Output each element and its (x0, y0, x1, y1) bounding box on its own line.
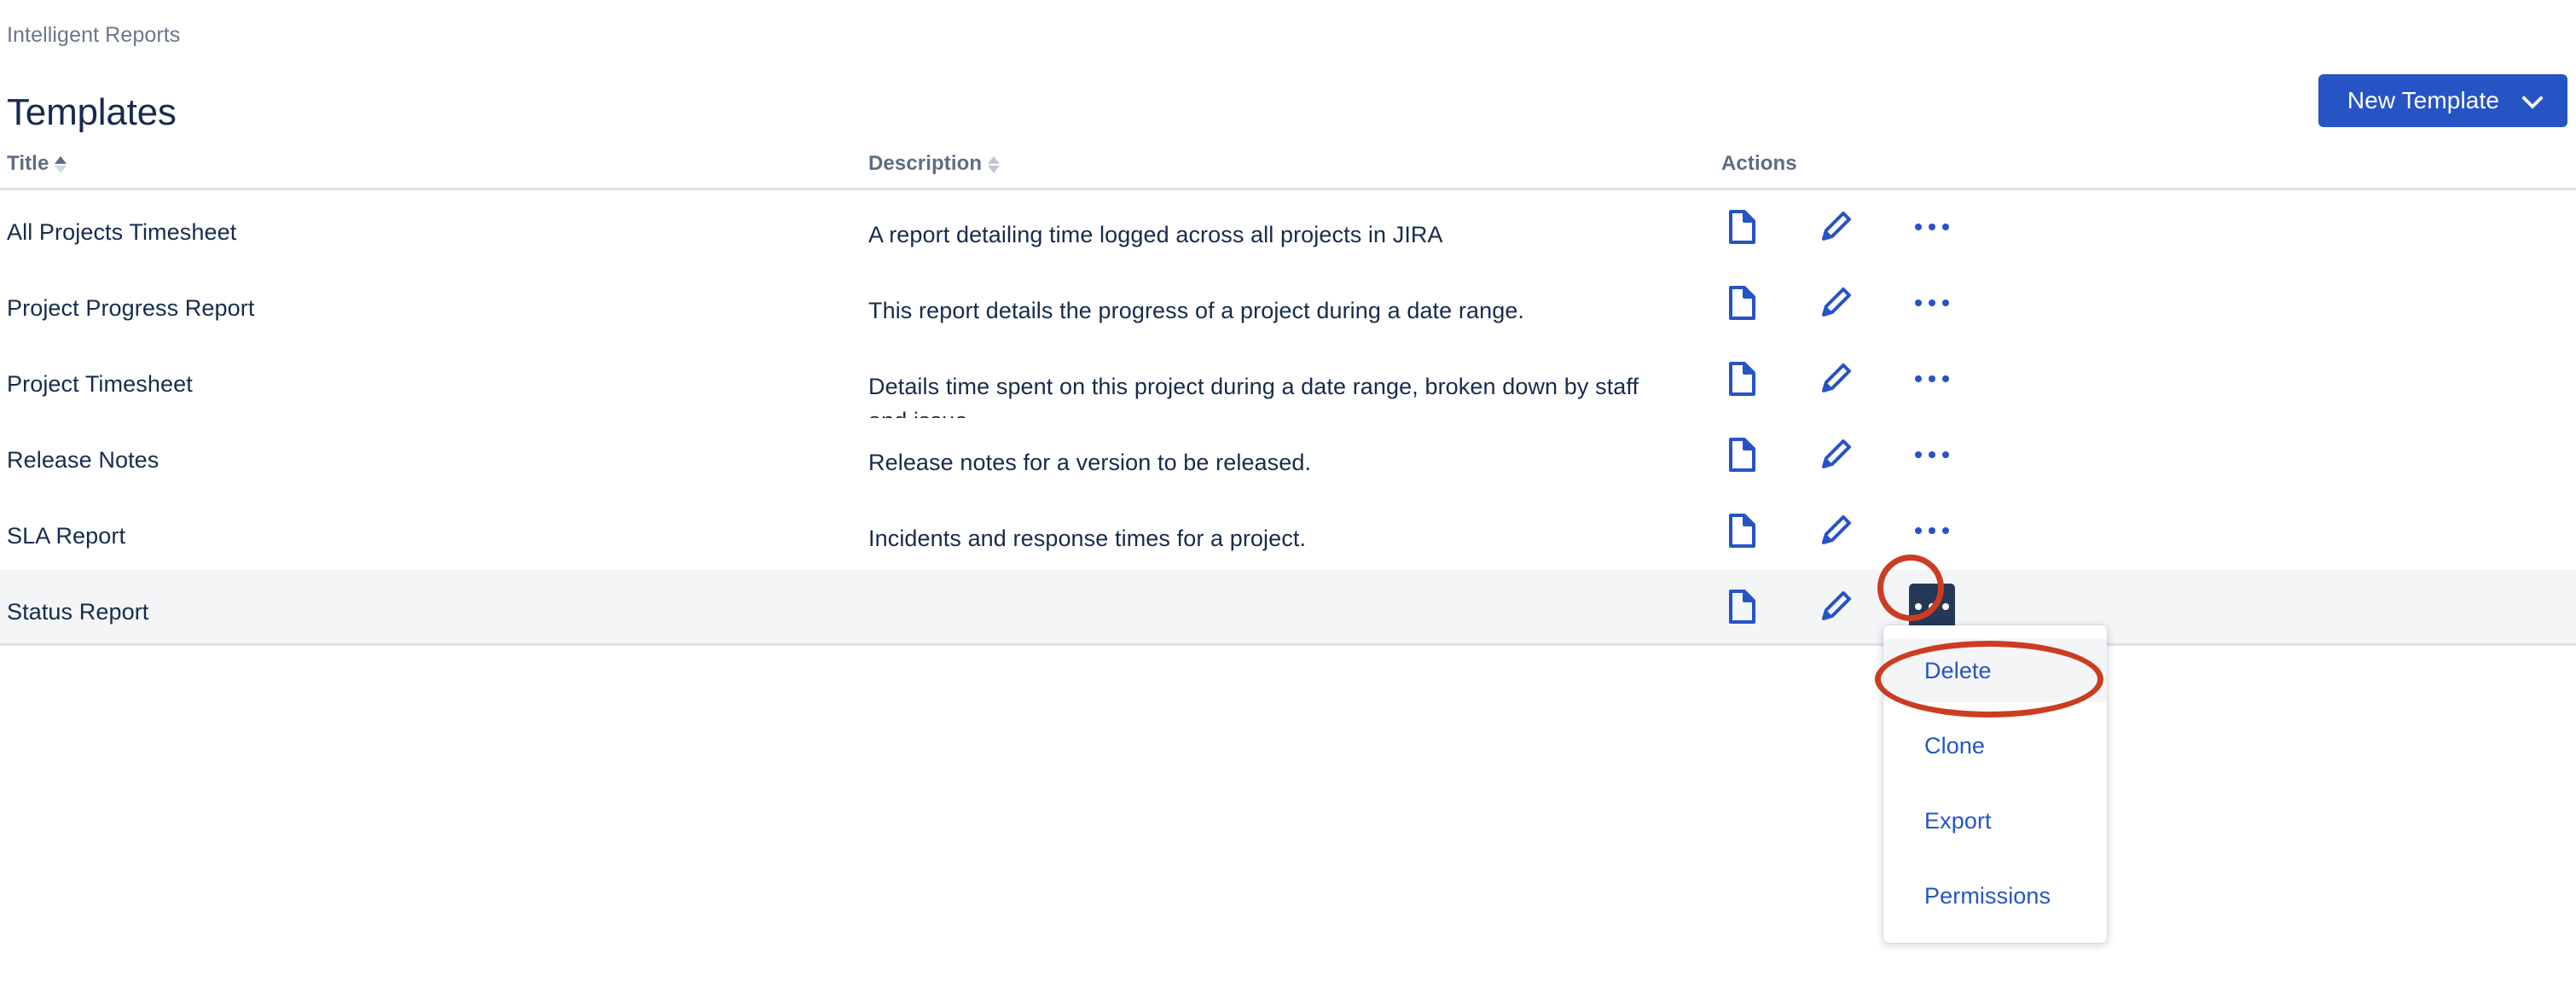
sort-arrows-icon-title[interactable] (55, 156, 67, 173)
file-icon (1727, 590, 1756, 624)
column-header-title-label: Title (7, 152, 49, 175)
pencil-icon-button[interactable] (1815, 358, 1856, 399)
more-actions-button[interactable] (1909, 204, 1955, 250)
table-row-status-report[interactable]: Status Report (0, 570, 2576, 646)
table-row[interactable]: Release Notes Release notes for a versio… (0, 418, 2576, 494)
more-actions-button-status-report[interactable] (1909, 584, 1955, 630)
more-actions-icon (1915, 299, 1922, 306)
menu-item-clone[interactable]: Clone (1883, 714, 2107, 777)
file-icon (1727, 286, 1756, 320)
row-actions (1721, 584, 1955, 630)
row-actions-dropdown-menu: Delete Clone Export Permissions (1883, 625, 2107, 943)
file-icon (1727, 362, 1756, 396)
pencil-icon (1819, 439, 1852, 471)
more-actions-icon (1915, 527, 1922, 534)
new-template-button[interactable]: New Template (2318, 74, 2567, 127)
pencil-icon-button[interactable] (1815, 282, 1856, 323)
row-description: This report details the progress of a pr… (868, 298, 1525, 323)
table-row[interactable]: All Projects Timesheet A report detailin… (0, 190, 2576, 266)
file-icon-button[interactable] (1721, 586, 1762, 627)
file-icon (1727, 438, 1756, 472)
column-header-description-label: Description (868, 152, 983, 175)
more-actions-icon (1915, 224, 1922, 230)
menu-item-delete[interactable]: Delete (1883, 639, 2107, 702)
more-actions-button[interactable] (1909, 280, 1955, 326)
more-actions-icon (1915, 603, 1922, 610)
menu-item-permissions[interactable]: Permissions (1883, 864, 2107, 927)
row-actions (1721, 432, 1955, 478)
file-icon (1727, 210, 1756, 244)
row-title: Release Notes (7, 447, 160, 473)
row-description: A report detailing time logged across al… (868, 222, 1443, 247)
breadcrumb[interactable]: Intelligent Reports (7, 22, 180, 48)
more-actions-icon (1915, 451, 1922, 458)
row-title: SLA Report (7, 523, 126, 549)
page-title: Templates (7, 91, 177, 134)
pencil-icon-button[interactable] (1815, 206, 1856, 247)
chevron-down-icon (2523, 89, 2542, 108)
more-actions-button[interactable] (1909, 356, 1955, 402)
pencil-icon (1819, 287, 1852, 319)
pencil-icon-button[interactable] (1815, 510, 1856, 551)
table-row[interactable]: Project Progress Report This report deta… (0, 266, 2576, 342)
menu-spacer (1883, 702, 2107, 714)
row-title: Project Progress Report (7, 295, 255, 321)
pencil-icon (1819, 590, 1852, 623)
row-actions (1721, 280, 1955, 326)
row-title: All Projects Timesheet (7, 219, 237, 245)
pencil-icon (1819, 211, 1852, 243)
pencil-icon-button[interactable] (1815, 586, 1856, 627)
file-icon-button[interactable] (1721, 510, 1762, 551)
column-header-actions: Actions (1721, 152, 1797, 176)
table-row[interactable]: Project Timesheet Details time spent on … (0, 342, 2576, 433)
row-title: Project Timesheet (7, 371, 193, 397)
column-header-title[interactable]: Title (7, 152, 67, 176)
table-header-row: Title Description Actions (0, 152, 2576, 190)
file-icon-button[interactable] (1721, 358, 1762, 399)
new-template-button-label: New Template (2347, 87, 2499, 113)
file-icon (1727, 514, 1756, 548)
row-actions (1721, 356, 1955, 402)
menu-spacer (1883, 852, 2107, 864)
row-title: Status Report (7, 599, 149, 625)
pencil-icon (1819, 363, 1852, 395)
more-actions-icon (1915, 375, 1922, 382)
file-icon-button[interactable] (1721, 206, 1762, 247)
row-description: Release notes for a version to be releas… (868, 450, 1312, 475)
pencil-icon (1819, 514, 1852, 547)
column-header-description[interactable]: Description (868, 152, 1001, 176)
menu-item-export[interactable]: Export (1883, 789, 2107, 852)
row-actions (1721, 204, 1955, 250)
menu-spacer (1883, 777, 2107, 789)
pencil-icon-button[interactable] (1815, 434, 1856, 475)
file-icon-button[interactable] (1721, 282, 1762, 323)
templates-table: Title Description Actions All Projects T… (0, 152, 2576, 646)
table-row[interactable]: SLA Report Incidents and response times … (0, 494, 2576, 570)
column-header-actions-label: Actions (1721, 152, 1797, 175)
row-description: Incidents and response times for a proje… (868, 526, 1307, 551)
file-icon-button[interactable] (1721, 434, 1762, 475)
more-actions-button[interactable] (1909, 508, 1955, 554)
more-actions-button[interactable] (1909, 432, 1955, 478)
templates-page: Intelligent Reports Templates New Templa… (0, 0, 2576, 988)
row-actions (1721, 508, 1955, 554)
sort-arrows-icon-description[interactable] (988, 156, 1001, 173)
